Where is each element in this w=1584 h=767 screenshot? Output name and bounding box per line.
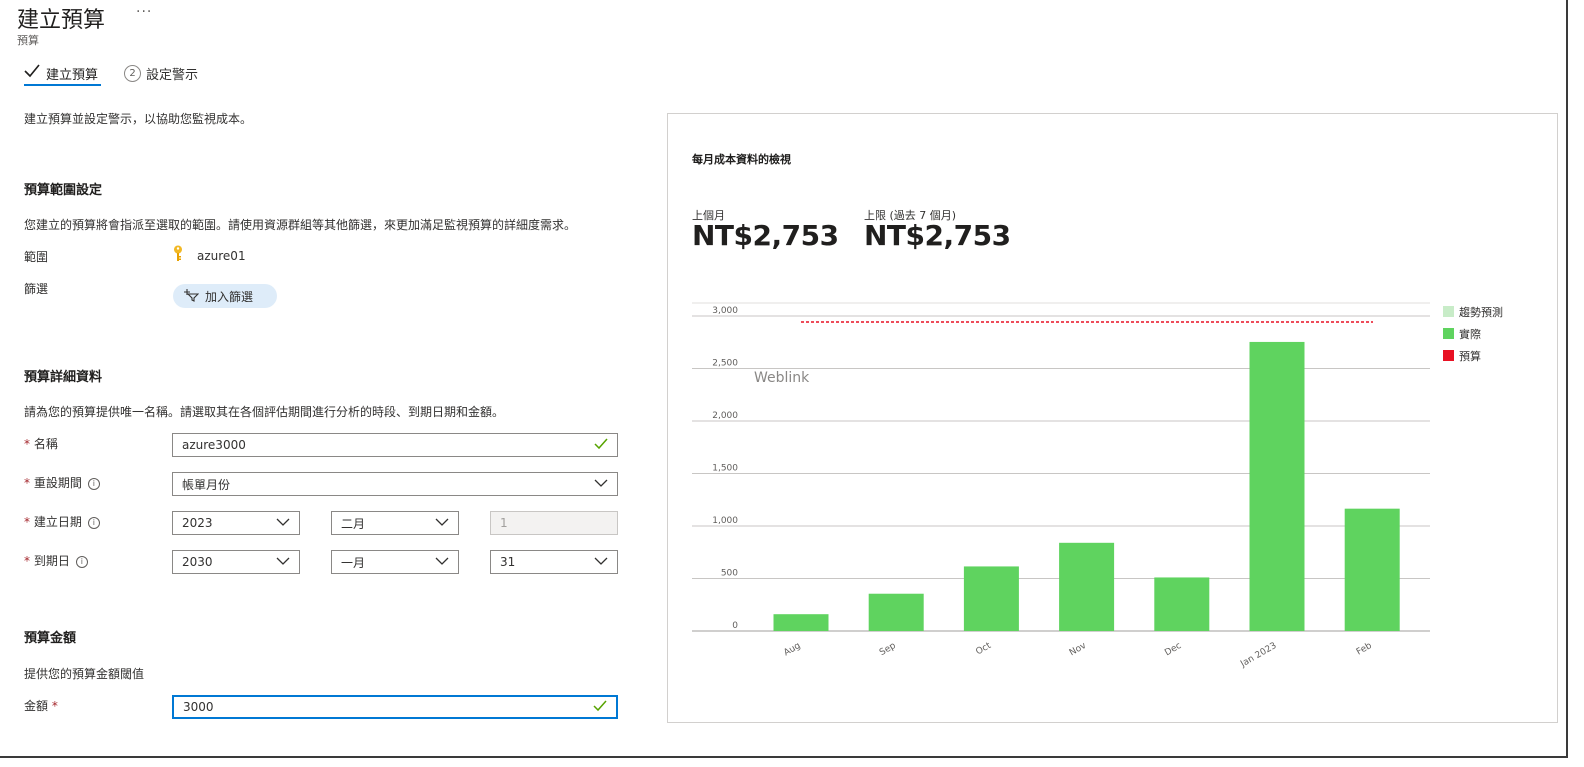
- x-tick-label: Oct: [974, 641, 993, 658]
- expire-year-dropdown[interactable]: 2030: [172, 550, 300, 574]
- filter-icon: [183, 288, 200, 305]
- x-tick-label: Jan 2023: [1238, 641, 1278, 670]
- monthly-cost-chart: 0 500 1,000 1,500 2,000 2,500 3,000 Aug Sep Oct No…: [692, 302, 1503, 670]
- bar-sep: [868, 593, 924, 631]
- x-tick-label: Dec: [1163, 641, 1183, 658]
- more-options-button[interactable]: ···: [136, 4, 152, 20]
- create-month-dropdown[interactable]: 二月: [331, 511, 459, 535]
- x-tick-label: Sep: [878, 641, 898, 658]
- create-year-dropdown[interactable]: 2023: [172, 511, 300, 535]
- window-frame-right: [1566, 0, 1568, 758]
- active-tab-indicator: [24, 84, 101, 86]
- info-icon: i: [87, 477, 100, 490]
- chevron-down-icon: [276, 554, 290, 571]
- expire-day-dropdown[interactable]: 31: [490, 550, 618, 574]
- y-tick-label: 1,500: [712, 464, 738, 474]
- scope-value[interactable]: azure01: [172, 245, 246, 266]
- bar-aug: [773, 614, 829, 631]
- y-tick-label: 0: [732, 621, 738, 631]
- tab-label: 建立預算: [46, 67, 99, 83]
- tab-label: 設定警示: [146, 67, 199, 83]
- scope-description: 您建立的預算將會指派至選取的範圍。請使用資源群組等其他篩選，來更加滿足監視預算的…: [24, 218, 577, 232]
- legend-swatch: [1443, 306, 1454, 317]
- valid-check-icon: [594, 438, 608, 453]
- chevron-down-icon: [276, 515, 290, 532]
- amount-value: 3000: [183, 700, 214, 714]
- y-tick-label: 2,500: [712, 359, 738, 369]
- cost-preview-panel: 每月成本資料的檢視 上個月 NT$2,753 上限 (過去 7 個月) NT$2…: [667, 113, 1558, 723]
- chevron-down-icon: [594, 476, 608, 493]
- legend-label: 預算: [1459, 349, 1481, 363]
- create-date-label: * 建立日期 i: [24, 513, 100, 530]
- info-icon: i: [75, 555, 88, 568]
- page-subtitle: 預算: [17, 34, 39, 47]
- reset-period-dropdown[interactable]: 帳單月份: [172, 472, 618, 496]
- page-title: 建立預算: [17, 8, 106, 33]
- budget-name-input[interactable]: azure3000: [172, 433, 618, 457]
- expire-month-dropdown[interactable]: 一月: [331, 550, 459, 574]
- create-day-input: 1: [490, 511, 618, 535]
- amount-description: 提供您的預算金額閾值: [24, 667, 145, 681]
- x-tick-label: Aug: [782, 641, 802, 658]
- legend-label: 趨勢預測: [1459, 305, 1503, 319]
- bar-feb: [1344, 508, 1400, 631]
- legend-swatch: [1443, 350, 1454, 361]
- amount-input[interactable]: 3000: [172, 695, 618, 719]
- reset-period-value: 帳單月份: [182, 477, 231, 492]
- legend-label: 實際: [1459, 327, 1481, 341]
- y-tick-label: 3,000: [712, 306, 738, 316]
- bar-dec: [1154, 577, 1210, 631]
- chevron-down-icon: [594, 554, 608, 571]
- add-filter-label: 加入篩選: [205, 289, 254, 304]
- valid-check-icon: [593, 700, 607, 715]
- details-description: 請為您的預算提供唯一名稱。請選取其在各個評估期間進行分析的時段、到期日期和金額。: [24, 405, 505, 419]
- details-heading: 預算詳細資料: [24, 370, 103, 385]
- amount-heading: 預算金額: [24, 631, 77, 646]
- expire-date-label: * 到期日 i: [24, 552, 88, 569]
- watermark-text: Weblink: [754, 370, 810, 386]
- add-filter-button[interactable]: 加入篩選: [173, 284, 277, 308]
- info-icon: i: [87, 516, 100, 529]
- y-tick-label: 2,000: [712, 411, 738, 421]
- tab-create-budget[interactable]: 建立預算: [24, 60, 98, 86]
- budget-name-value: azure3000: [182, 438, 246, 452]
- y-tick-label: 1,000: [712, 516, 738, 526]
- name-field-label: * 名稱: [24, 437, 58, 451]
- chevron-down-icon: [435, 515, 449, 532]
- x-tick-label: Feb: [1355, 641, 1374, 658]
- tab-set-alerts[interactable]: 2 設定警示: [124, 60, 198, 86]
- amount-field-label: 金額 *: [24, 699, 58, 713]
- legend-swatch: [1443, 328, 1454, 339]
- scope-name: azure01: [197, 248, 246, 263]
- step-number-icon: 2: [124, 64, 141, 82]
- reset-period-label: * 重設期間 i: [24, 474, 100, 491]
- scope-heading: 預算範圍設定: [24, 183, 103, 198]
- checkmark-icon: [24, 64, 40, 82]
- filter-label: 篩選: [24, 282, 49, 296]
- key-icon: [172, 245, 184, 266]
- intro-text: 建立預算並設定警示，以協助您監視成本。: [24, 112, 253, 126]
- window-frame-bottom: [0, 756, 1568, 758]
- x-tick-label: Nov: [1068, 641, 1089, 659]
- bar-nov: [1059, 542, 1115, 631]
- y-tick-label: 500: [721, 569, 738, 579]
- bar-oct: [963, 566, 1019, 631]
- bar-jan-2023: [1249, 341, 1305, 631]
- scope-label: 範圍: [24, 250, 49, 264]
- chevron-down-icon: [435, 554, 449, 571]
